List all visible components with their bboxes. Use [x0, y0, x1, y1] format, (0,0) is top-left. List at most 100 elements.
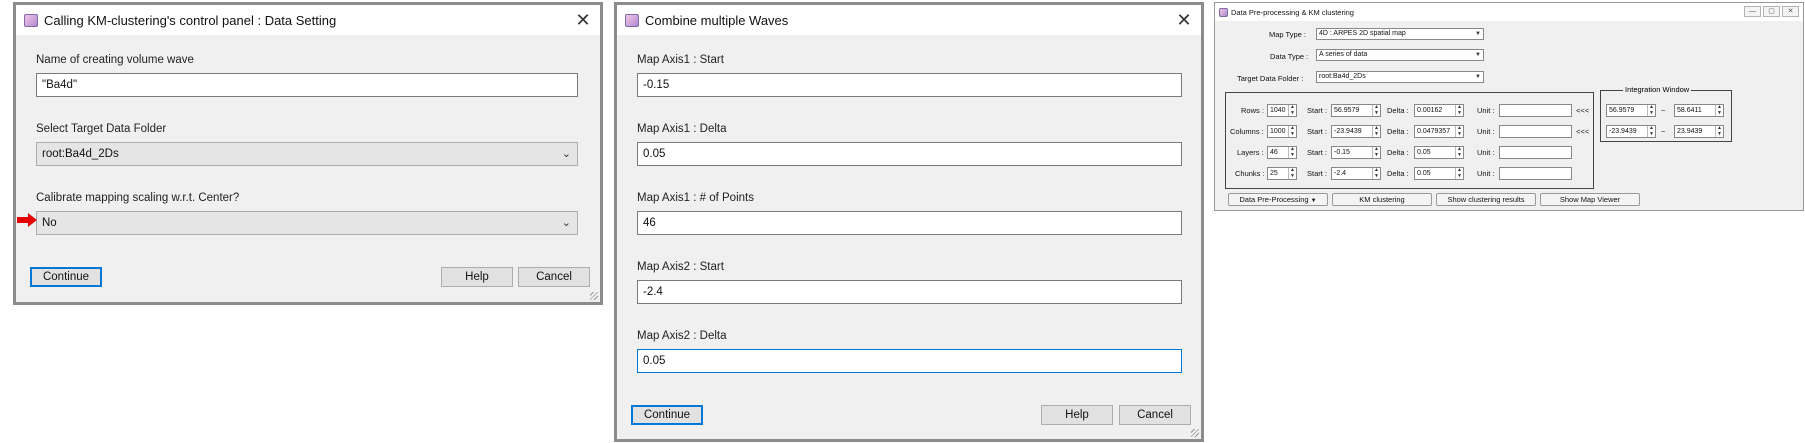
name-input[interactable]: "Ba4d" [36, 73, 578, 97]
spin-arrows-icon[interactable]: ▲ ▼ [1288, 125, 1296, 137]
continue-button[interactable]: Continue [30, 267, 102, 287]
axis1-start-label: Map Axis1 : Start [637, 54, 724, 66]
folder-select-value: root:Ba4d_2Ds [42, 148, 119, 160]
help-button[interactable]: Help [441, 267, 513, 287]
spin-arrows-icon[interactable]: ▲ ▼ [1455, 167, 1463, 179]
unit-label: Unit : [1477, 169, 1495, 178]
start-label: Start : [1307, 106, 1328, 115]
spin-arrows-icon[interactable]: ▲ ▼ [1372, 104, 1380, 116]
spin-arrows-icon[interactable]: ▲ ▼ [1288, 167, 1296, 179]
close-icon[interactable]: ✕ [572, 9, 594, 31]
close-icon[interactable]: ✕ [1782, 6, 1799, 17]
spin-arrows-icon[interactable]: ▲ ▼ [1288, 146, 1296, 158]
name-label: Name of creating volume wave [36, 54, 194, 66]
unit-label: Unit : [1477, 106, 1495, 115]
data-type-label: Data Type : [1270, 52, 1309, 61]
app-icon [24, 13, 38, 27]
copy-arrows-icon[interactable]: <<< [1576, 127, 1589, 136]
axis1-start-input[interactable]: -0.15 [637, 73, 1182, 97]
spin-arrows-icon[interactable]: ▲ ▼ [1647, 125, 1655, 137]
integration-r2-to[interactable]: 23.9439 ▲ ▼ [1674, 125, 1724, 138]
axis1-points-input[interactable]: 46 [637, 211, 1182, 235]
tilde-label: ~ [1661, 127, 1666, 136]
calibrate-select[interactable]: No ⌄ [36, 211, 578, 235]
layers-delta-stepper[interactable]: 0.05 ▲ ▼ [1414, 146, 1464, 159]
axis2-start-input[interactable]: -2.4 [637, 280, 1182, 304]
red-arrow-icon [17, 213, 37, 227]
app-icon [1219, 7, 1228, 17]
km-clustering-button[interactable]: KM clustering [1332, 193, 1432, 206]
unit-label: Unit : [1477, 148, 1495, 157]
target-folder-select[interactable]: root:Ba4d_2Ds ▼ [1316, 71, 1484, 83]
title-bar[interactable]: Combine multiple Waves ✕ [617, 5, 1201, 35]
spin-arrows-icon[interactable]: ▲ ▼ [1372, 125, 1380, 137]
help-button[interactable]: Help [1041, 405, 1113, 425]
layers-start-stepper[interactable]: -0.15 ▲ ▼ [1331, 146, 1381, 159]
chunks-unit-input[interactable] [1499, 167, 1572, 180]
resize-grip[interactable] [1191, 429, 1199, 437]
cancel-button[interactable]: Cancel [1119, 405, 1191, 425]
spin-arrows-icon[interactable]: ▲ ▼ [1288, 104, 1296, 116]
delta-label: Delta : [1387, 169, 1409, 178]
rows-delta-stepper[interactable]: 0.00162 ▲ ▼ [1414, 104, 1464, 117]
chevron-down-icon: ⌄ [561, 217, 571, 229]
combine-waves-dialog: Combine multiple Waves ✕ Map Axis1 : Sta… [614, 2, 1204, 442]
maximize-icon[interactable]: ▢ [1763, 6, 1780, 17]
chunks-count-stepper[interactable]: 25 ▲ ▼ [1267, 167, 1297, 180]
continue-button[interactable]: Continue [631, 405, 703, 425]
spin-arrows-icon[interactable]: ▲ ▼ [1715, 104, 1723, 116]
rows-unit-input[interactable] [1499, 104, 1572, 117]
columns-delta-stepper[interactable]: 0.0479357 ▲ ▼ [1414, 125, 1464, 138]
show-map-viewer-button[interactable]: Show Map Viewer [1540, 193, 1640, 206]
target-folder-label: Target Data Folder : [1237, 74, 1304, 83]
rows-start-stepper[interactable]: 56.9579 ▲ ▼ [1331, 104, 1381, 117]
integration-r1-from[interactable]: 56.9579 ▲ ▼ [1606, 104, 1656, 117]
dropdown-arrow-icon: ▼ [1475, 52, 1481, 58]
columns-count-stepper[interactable]: 1000 ▲ ▼ [1267, 125, 1297, 138]
spin-arrows-icon[interactable]: ▲ ▼ [1647, 104, 1655, 116]
data-preprocessing-button[interactable]: Data Pre-Processing ▼ [1228, 193, 1328, 206]
integration-window-title: Integration Window [1623, 85, 1692, 94]
unit-label: Unit : [1477, 127, 1495, 136]
resize-grip[interactable] [590, 292, 598, 300]
chevron-down-icon: ⌄ [561, 148, 571, 160]
calibrate-label: Calibrate mapping scaling w.r.t. Center? [36, 192, 240, 204]
spin-arrows-icon[interactable]: ▲ ▼ [1455, 146, 1463, 158]
chunks-start-stepper[interactable]: -2.4 ▲ ▼ [1331, 167, 1381, 180]
axis2-start-label: Map Axis2 : Start [637, 261, 724, 273]
cancel-button[interactable]: Cancel [518, 267, 590, 287]
integration-r1-to[interactable]: 58.6411 ▲ ▼ [1674, 104, 1724, 117]
minimize-icon[interactable]: — [1744, 6, 1761, 17]
delta-label: Delta : [1387, 127, 1409, 136]
axis1-delta-input[interactable]: 0.05 [637, 142, 1182, 166]
close-icon[interactable]: ✕ [1173, 9, 1195, 31]
show-clustering-results-button[interactable]: Show clustering results [1436, 193, 1536, 206]
data-setting-dialog: Calling KM-clustering's control panel : … [13, 2, 603, 305]
folder-select[interactable]: root:Ba4d_2Ds ⌄ [36, 142, 578, 166]
rows-count-stepper[interactable]: 1040 ▲ ▼ [1267, 104, 1297, 117]
dialog-title: Calling KM-clustering's control panel : … [44, 12, 337, 28]
spin-arrows-icon[interactable]: ▲ ▼ [1455, 104, 1463, 116]
spin-arrows-icon[interactable]: ▲ ▼ [1372, 146, 1380, 158]
data-type-select[interactable]: A series of data ▼ [1316, 49, 1484, 61]
panel-title: Data Pre-processing & KM clustering [1231, 7, 1354, 17]
copy-arrows-icon[interactable]: <<< [1576, 106, 1589, 115]
dropdown-arrow-icon: ▼ [1475, 74, 1481, 80]
chunks-delta-stepper[interactable]: 0.05 ▲ ▼ [1414, 167, 1464, 180]
dropdown-arrow-icon: ▼ [1310, 198, 1317, 204]
columns-unit-input[interactable] [1499, 125, 1572, 138]
layers-unit-input[interactable] [1499, 146, 1572, 159]
title-bar[interactable]: Calling KM-clustering's control panel : … [16, 5, 600, 35]
layers-count-stepper[interactable]: 46 ▲ ▼ [1267, 146, 1297, 159]
start-label: Start : [1307, 127, 1328, 136]
columns-start-stepper[interactable]: -23.9439 ▲ ▼ [1331, 125, 1381, 138]
map-type-value: 4D : ARPES 2D spatial map [1319, 30, 1406, 37]
spin-arrows-icon[interactable]: ▲ ▼ [1455, 125, 1463, 137]
integration-r2-from[interactable]: -23.9439 ▲ ▼ [1606, 125, 1656, 138]
map-type-select[interactable]: 4D : ARPES 2D spatial map ▼ [1316, 28, 1484, 40]
spin-arrows-icon[interactable]: ▲ ▼ [1715, 125, 1723, 137]
axis2-delta-input[interactable]: 0.05 [637, 349, 1182, 373]
spin-arrows-icon[interactable]: ▲ ▼ [1372, 167, 1380, 179]
title-bar[interactable]: Data Pre-processing & KM clustering — ▢ … [1215, 3, 1803, 21]
chunks-label: Chunks : [1235, 169, 1265, 178]
